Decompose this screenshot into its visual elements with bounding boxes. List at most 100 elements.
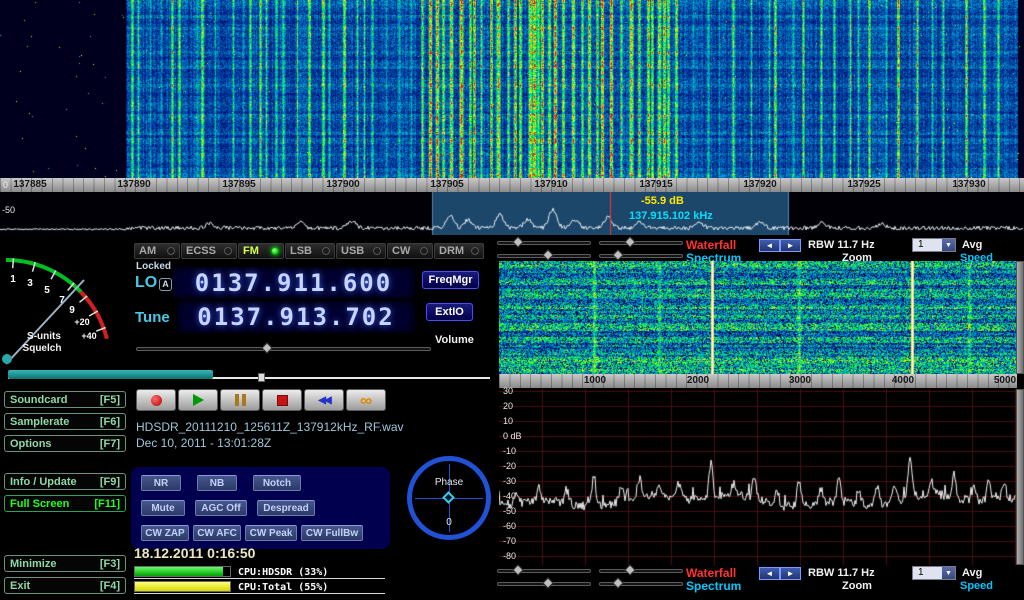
hotkey-label: [F9]	[100, 476, 120, 488]
rf-spectrum[interactable]	[0, 192, 1024, 235]
shift-left-icon[interactable]: ◄	[759, 567, 780, 580]
volume-label: Volume	[435, 334, 474, 346]
cpu-total-bar	[134, 581, 231, 592]
phase-dial[interactable]: Phase 0	[405, 454, 497, 546]
options-button[interactable]: Options[F7]	[4, 435, 126, 452]
samplerate-button[interactable]: Samplerate[F6]	[4, 413, 126, 430]
db-axis-minus50: -50	[2, 205, 15, 215]
soundcard-button[interactable]: Soundcard[F5]	[4, 391, 126, 408]
slider-thumb[interactable]	[512, 564, 523, 575]
waterfall-contrast-slider-lower[interactable]	[599, 569, 683, 573]
cpu-hdsdr-label: CPU:HDSDR (33%)	[238, 567, 328, 578]
mute-button[interactable]: Mute	[141, 500, 185, 516]
shift-control-upper[interactable]: ◄ ►	[759, 239, 801, 252]
play-icon	[193, 394, 204, 406]
slider-thumb[interactable]	[612, 249, 623, 260]
notch-button[interactable]: Notch	[253, 475, 301, 491]
nr-button[interactable]: NR	[141, 475, 181, 491]
squelch-level-bar[interactable]	[8, 370, 213, 379]
waterfall-contrast-slider-upper[interactable]	[599, 241, 683, 245]
spectrum-gain-slider-upper[interactable]	[497, 254, 591, 258]
rf-waterfall[interactable]	[0, 0, 1024, 178]
button-label: Soundcard	[10, 394, 67, 406]
extio-button[interactable]: ExtIO	[426, 303, 473, 321]
slider-thumb[interactable]	[542, 577, 553, 588]
hotkey-label: [F3]	[100, 558, 120, 570]
nb-button[interactable]: NB	[197, 475, 237, 491]
slider-thumb[interactable]	[612, 577, 623, 588]
main-slider-thumb[interactable]	[258, 373, 265, 382]
mode-lsb[interactable]: LSB	[285, 243, 335, 259]
divider	[134, 578, 385, 579]
fullscreen-button[interactable]: Full Screen[F11]	[4, 495, 126, 512]
audio-frequency-scale[interactable]: 1000 2000 3000 4000 5000	[499, 374, 1017, 388]
cw-zap-button[interactable]: CW ZAP	[141, 525, 189, 541]
shift-right-icon[interactable]: ►	[780, 239, 801, 252]
lo-frequency-display[interactable]: 0137.911.600	[172, 267, 415, 299]
waterfall-brightness-slider-lower[interactable]	[497, 569, 591, 573]
slider-thumb[interactable]	[624, 236, 635, 247]
shift-left-icon[interactable]: ◄	[759, 239, 780, 252]
loop-button[interactable]: ∞	[346, 389, 386, 411]
mode-cw[interactable]: CW	[387, 243, 433, 259]
s-meter: 1 3 5 7 9 +20 +40 S-units Squelch	[0, 240, 132, 372]
stop-icon	[277, 395, 288, 406]
tune-frequency-display[interactable]: 0137.913.702	[177, 301, 415, 333]
mode-label: USB	[341, 245, 364, 257]
cw-peak-button[interactable]: CW Peak	[245, 525, 297, 541]
despread-button[interactable]: Despread	[257, 500, 315, 516]
dropdown-arrow-icon[interactable]: ▼	[942, 567, 955, 579]
mode-fm[interactable]: FM	[238, 243, 284, 259]
exit-button[interactable]: Exit[F4]	[4, 577, 126, 594]
db-axis-zero: 0	[3, 180, 8, 190]
agc-button[interactable]: AGC Off	[195, 500, 247, 516]
phase-value: 0	[412, 517, 486, 528]
zoom-slider-upper[interactable]	[599, 254, 683, 258]
slider-thumb[interactable]	[542, 249, 553, 260]
freqmgr-button[interactable]: FreqMgr	[422, 271, 479, 289]
record-button[interactable]	[136, 389, 176, 411]
waterfall-label-upper: Waterfall	[686, 238, 736, 252]
rf-frequency-scale[interactable]: 137885 137890 137895 137900 137905 13791…	[0, 178, 1024, 192]
stop-button[interactable]	[262, 389, 302, 411]
cw-fullbw-button[interactable]: CW FullBw	[301, 525, 363, 541]
mode-am[interactable]: AM	[134, 243, 180, 259]
lock-badge[interactable]: A	[159, 278, 172, 291]
mode-usb[interactable]: USB	[336, 243, 386, 259]
mode-label: DRM	[439, 245, 464, 257]
slider-thumb[interactable]	[512, 236, 523, 247]
waterfall-scrollbar[interactable]	[1016, 261, 1024, 374]
shift-right-icon[interactable]: ►	[780, 567, 801, 580]
pause-button[interactable]	[220, 389, 260, 411]
button-label: Exit	[10, 580, 30, 592]
waterfall-brightness-slider-upper[interactable]	[497, 241, 591, 245]
mode-ecss[interactable]: ECSS	[181, 243, 237, 259]
avg-select-upper[interactable]: 1 ▼	[912, 238, 956, 252]
mode-drm[interactable]: DRM	[434, 243, 484, 259]
cursor-frequency-readout: 137.915.102 kHz	[629, 210, 713, 222]
dropdown-arrow-icon[interactable]: ▼	[942, 239, 955, 251]
hotkey-label: [F6]	[100, 416, 120, 428]
volume-slider-track[interactable]	[136, 347, 431, 351]
db-scale-label: -50	[503, 506, 516, 516]
rewind-button[interactable]: ◀◀	[304, 389, 344, 411]
hotkey-label: [F7]	[100, 438, 120, 450]
cw-afc-button[interactable]: CW AFC	[193, 525, 241, 541]
freq-tick-label: 137920	[736, 179, 784, 190]
spectrum-gain-slider-lower[interactable]	[497, 582, 591, 586]
avg-select-lower[interactable]: 1 ▼	[912, 566, 956, 580]
zoom-slider-lower[interactable]	[599, 582, 683, 586]
pause-icon	[235, 394, 246, 406]
datetime-display: 18.12.2011 0:16:50	[134, 545, 255, 561]
shift-control-lower[interactable]: ◄ ►	[759, 567, 801, 580]
audio-spectrum[interactable]	[499, 389, 1016, 565]
volume-slider-thumb[interactable]	[261, 342, 272, 353]
spectrum-scrollbar[interactable]	[1016, 389, 1024, 565]
minimize-button[interactable]: Minimize[F3]	[4, 555, 126, 572]
info-update-button[interactable]: Info / Update[F9]	[4, 473, 126, 490]
smeter-pivot	[2, 354, 12, 364]
wav-filename: HDSDR_20111210_125611Z_137912kHz_RF.wav	[136, 420, 404, 434]
slider-thumb[interactable]	[624, 564, 635, 575]
play-button[interactable]	[178, 389, 218, 411]
audio-waterfall[interactable]	[499, 261, 1016, 374]
